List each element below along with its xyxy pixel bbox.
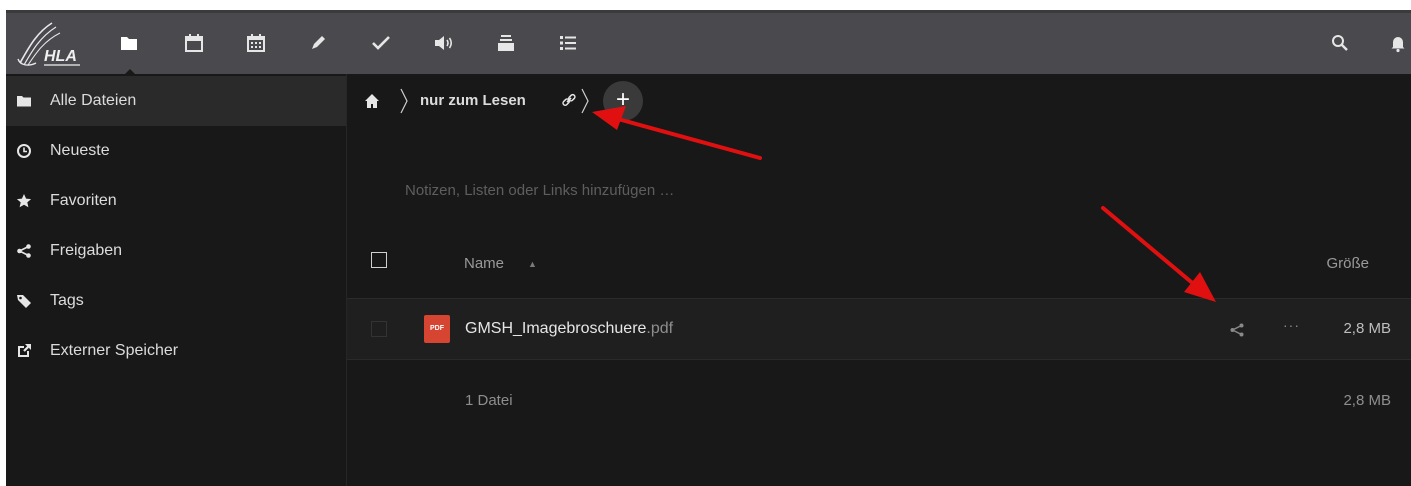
select-all-checkbox[interactable] [371,252,387,268]
pencil-icon[interactable] [306,31,330,55]
more-actions-icon[interactable]: ··· [1283,317,1300,333]
summary-file-count: 1 Datei [465,392,513,409]
sidebar-item-externer-speicher[interactable]: Externer Speicher [6,326,346,376]
file-name[interactable]: GMSH_Imagebroschuere.pdf [465,320,673,338]
notes-placeholder[interactable]: Notizen, Listen oder Links hinzufügen … [405,182,674,199]
file-size: 2,8 MB [1343,320,1391,337]
breadcrumb-current-folder[interactable]: nur zum Lesen [420,92,526,109]
speaker-icon[interactable] [431,31,455,55]
sort-ascending-icon: ▲ [528,259,537,269]
sidebar-item-favoriten[interactable]: Favoriten [6,176,346,226]
logo-text: HLA [44,48,77,65]
sidebar-item-label: Favoriten [50,192,117,209]
sidebar-item-label: Neueste [50,142,110,159]
calendar-grid-icon[interactable] [244,31,268,55]
top-bar: HLA [6,10,1411,77]
pdf-file-icon: PDF [424,315,450,343]
table-row[interactable]: PDF GMSH_Imagebroschuere.pdf ··· 2,8 MB [347,298,1411,360]
tag-icon [16,293,32,309]
sidebar-item-label: Tags [50,292,84,309]
external-icon [16,343,32,359]
search-icon[interactable] [1328,31,1352,55]
file-extension: .pdf [646,320,674,337]
main-content: nur zum Lesen + Notizen, Listen oder Lin… [347,74,1411,486]
sidebar-item-label: Externer Speicher [50,342,179,359]
sidebar-item-freigaben[interactable]: Freigaben [6,226,346,276]
sidebar-item-neueste[interactable]: Neueste [6,126,346,176]
link-icon[interactable] [561,92,577,108]
checkmark-icon[interactable] [369,31,393,55]
column-header-name[interactable]: Name [464,255,504,272]
share-icon[interactable] [1229,322,1245,338]
bell-icon[interactable] [1386,31,1410,55]
breadcrumb-separator [399,88,409,114]
sidebar: Alle Dateien Neueste Favoriten Freigaben… [6,74,347,486]
sidebar-item-alle-dateien[interactable]: Alle Dateien [6,76,346,126]
sidebar-item-label: Alle Dateien [50,92,137,109]
files-app: HLA Alle Dateien Neueste Favoriten Freig… [6,10,1411,486]
folder-icon [16,93,32,109]
folder-icon[interactable] [117,31,141,55]
home-icon[interactable] [363,92,381,110]
row-checkbox[interactable] [371,321,387,337]
star-icon [16,193,32,209]
archive-icon[interactable] [494,31,518,55]
breadcrumb-separator [580,88,590,114]
add-button[interactable]: + [603,81,643,121]
share-icon [16,243,32,259]
logo[interactable]: HLA [14,19,94,71]
sidebar-item-tags[interactable]: Tags [6,276,346,326]
summary-total-size: 2,8 MB [1343,392,1391,409]
calendar-icon[interactable] [182,31,206,55]
column-header-size[interactable]: Größe [1326,255,1369,272]
clock-icon [16,143,32,159]
sidebar-item-label: Freigaben [50,242,123,259]
file-basename: GMSH_Imagebroschuere [465,320,647,337]
list-icon[interactable] [556,31,580,55]
